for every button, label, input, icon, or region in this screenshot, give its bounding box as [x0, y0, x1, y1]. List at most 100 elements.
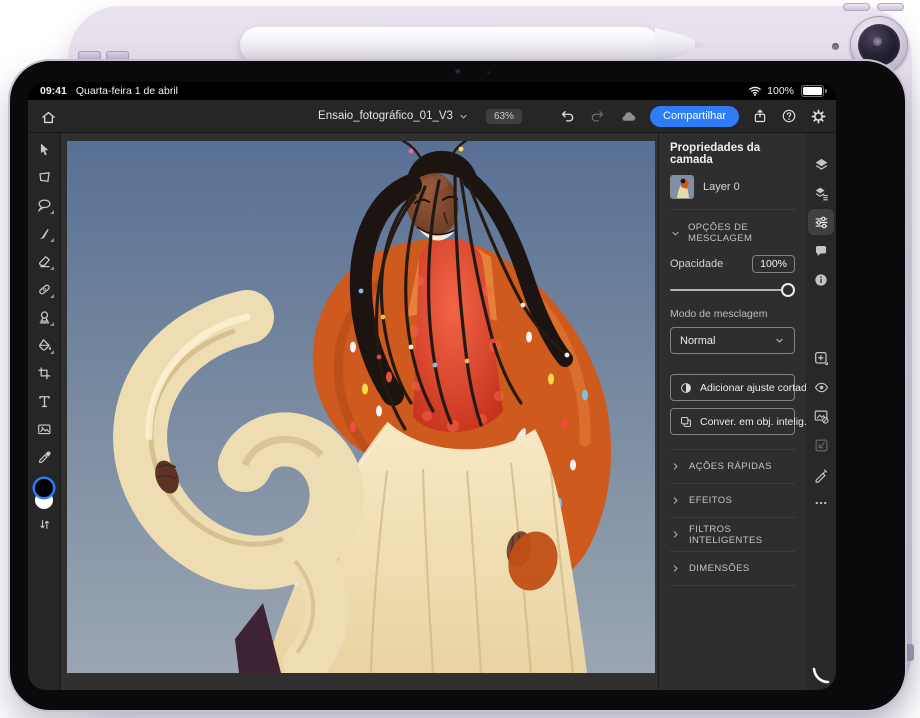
layer-name: Layer 0	[703, 181, 740, 193]
tool-eyedropper[interactable]	[30, 443, 58, 471]
foreground-color-chip[interactable]	[35, 479, 53, 497]
opacity-value[interactable]: 100%	[752, 255, 795, 273]
corner-gesture-mark	[812, 667, 830, 685]
date: Quarta-feira 1 de abril	[76, 85, 178, 97]
home-button[interactable]	[37, 106, 59, 128]
canvas-pasteboard	[61, 133, 658, 690]
slider-handle[interactable]	[781, 283, 795, 297]
undo-button[interactable]	[559, 108, 576, 125]
opacity-slider[interactable]	[670, 283, 795, 297]
rail-image-hidden[interactable]	[808, 403, 834, 429]
panel-title: Propriedades da camada	[670, 133, 795, 166]
add-clipped-adjustment-button[interactable]: Adicionar ajuste cortado	[670, 374, 795, 401]
tool-healing[interactable]	[30, 275, 58, 303]
info-icon	[813, 272, 829, 288]
eye-icon	[813, 379, 830, 396]
clock: 09:41	[40, 85, 67, 97]
rail-export[interactable]	[808, 432, 834, 458]
rail-comments[interactable]	[808, 238, 834, 264]
blend-mode-select[interactable]: Normal	[670, 327, 795, 354]
tool-place-image[interactable]	[30, 415, 58, 443]
healing-icon	[36, 281, 53, 298]
convert-smart-object-button[interactable]: Conver. em obj. intelig.	[670, 408, 795, 435]
layer-row[interactable]: Layer 0	[670, 175, 795, 210]
transform-icon	[36, 169, 53, 186]
settings-button[interactable]	[810, 108, 827, 125]
image-hidden-icon	[813, 408, 830, 425]
taskbar-rail	[806, 133, 836, 690]
smart-object-icon	[679, 415, 693, 429]
volume-button	[877, 3, 904, 11]
blend-mode-value: Normal	[680, 335, 715, 347]
chevron-down-icon[interactable]	[458, 111, 469, 122]
document-title[interactable]: Ensaio_fotográfico_01_V3	[318, 110, 453, 122]
marketing-scene: 09:41 Quarta-feira 1 de abril 100% Ensai…	[0, 0, 920, 718]
wifi-icon	[748, 84, 762, 98]
cloud-sync-button[interactable]	[619, 107, 637, 125]
comment-icon	[813, 243, 829, 259]
rail-info[interactable]	[808, 267, 834, 293]
add-layer-icon	[813, 350, 830, 367]
export-icon	[813, 437, 830, 454]
apple-pencil	[240, 27, 660, 63]
panel-section[interactable]: DIMENSÕES	[670, 552, 795, 586]
lens-glint	[873, 37, 882, 46]
tool-transform[interactable]	[30, 163, 58, 191]
chevron-down-icon	[774, 335, 785, 346]
front-camera	[455, 69, 461, 75]
tool-fill[interactable]	[30, 331, 58, 359]
more-icon	[813, 495, 829, 511]
stamp-icon	[36, 309, 53, 326]
color-chips	[31, 479, 57, 510]
help-button[interactable]	[781, 108, 797, 124]
undo-icon	[559, 108, 576, 125]
export-share-button[interactable]	[752, 108, 768, 124]
share-ios-icon	[752, 108, 768, 124]
help-icon	[781, 108, 797, 124]
tool-type[interactable]	[30, 387, 58, 415]
redo-icon	[589, 108, 606, 125]
tool-brush[interactable]	[30, 219, 58, 247]
layer-thumbnail[interactable]	[670, 175, 694, 199]
tool-move[interactable]	[30, 135, 58, 163]
swap-colors-button[interactable]	[37, 517, 52, 532]
rail-layers[interactable]	[808, 151, 834, 177]
blend-options-label: OPÇÕES DE MESCLAGEM	[688, 222, 795, 244]
rail-layer-properties[interactable]	[808, 180, 834, 206]
tool-clone-stamp[interactable]	[30, 303, 58, 331]
wand-icon	[813, 466, 830, 483]
zoom-level-badge[interactable]: 63%	[486, 109, 522, 124]
home-icon	[40, 109, 57, 126]
rail-properties[interactable]	[808, 209, 834, 235]
panel-section[interactable]: FILTROS INTELIGENTES	[670, 518, 795, 552]
chevron-right-icon	[670, 461, 681, 472]
apple-pencil-tip	[655, 27, 705, 63]
tool-crop[interactable]	[30, 359, 58, 387]
layers-lines-icon	[813, 185, 830, 202]
lasso-icon	[36, 197, 53, 214]
share-button[interactable]: Compartilhar	[650, 106, 739, 127]
rail-more[interactable]	[808, 490, 834, 516]
canvas-photo[interactable]	[67, 141, 655, 673]
rail-visibility[interactable]	[808, 374, 834, 400]
photoshop-app: Ensaio_fotográfico_01_V3 63% Compartilha…	[28, 100, 836, 690]
app-top-bar: Ensaio_fotográfico_01_V3 63% Compartilha…	[28, 100, 836, 133]
status-bar: 09:41 Quarta-feira 1 de abril 100%	[28, 82, 836, 100]
blend-options-header[interactable]: OPÇÕES DE MESCLAGEM	[670, 222, 795, 244]
place-image-icon	[36, 421, 53, 438]
redo-button[interactable]	[589, 108, 606, 125]
rear-mic	[832, 43, 839, 50]
cloud-icon	[619, 107, 637, 125]
tool-eraser[interactable]	[30, 247, 58, 275]
panel-section[interactable]: AÇÕES RÁPIDAS	[670, 450, 795, 484]
tool-rail	[28, 133, 61, 690]
panel-section[interactable]: EFEITOS	[670, 484, 795, 518]
swap-icon	[37, 517, 52, 532]
battery-percent: 100%	[767, 85, 794, 97]
crop-icon	[36, 365, 53, 382]
sliders-icon	[813, 214, 830, 231]
rail-style[interactable]	[808, 461, 834, 487]
eraser-icon	[36, 253, 53, 270]
rail-add-layer[interactable]	[808, 345, 834, 371]
tool-lasso[interactable]	[30, 191, 58, 219]
